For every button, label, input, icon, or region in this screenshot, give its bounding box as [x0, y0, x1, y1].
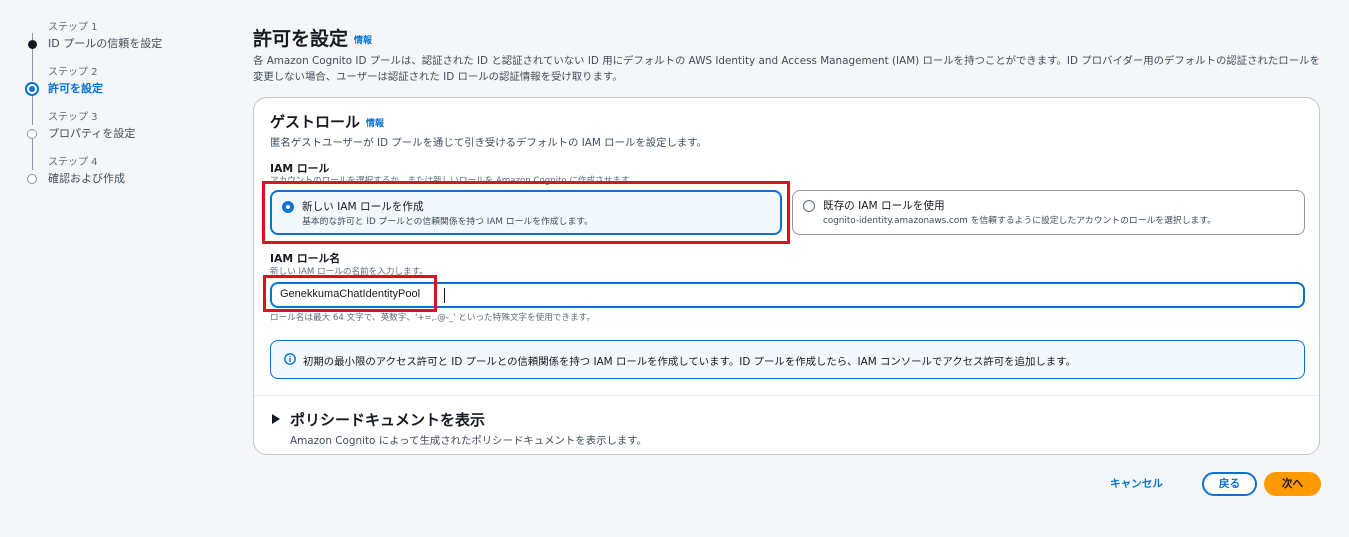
- section-description: 匿名ゲストユーザーが ID プールを通じて引き受けるデフォルトの IAM ロール…: [270, 137, 708, 149]
- info-link[interactable]: 情報: [366, 119, 384, 129]
- step-title: プロパティを設定: [48, 127, 136, 140]
- option-use-existing-role[interactable]: 既存の IAM ロールを使用 cognito-identity.amazonaw…: [792, 190, 1305, 235]
- step-title: 確認および作成: [48, 172, 125, 185]
- expander-description: Amazon Cognito によって生成されたポリシードキュメントを表示します…: [290, 435, 647, 447]
- page-description: 各 Amazon Cognito ID プールは、認証された ID と認証されて…: [253, 55, 1320, 83]
- info-icon: [284, 353, 296, 365]
- next-button[interactable]: 次へ: [1264, 472, 1321, 496]
- step-1[interactable]: ステップ 1 ID プールの信頼を設定: [0, 18, 240, 54]
- divider: [254, 395, 1319, 396]
- step-caption: ステップ 1: [48, 22, 98, 33]
- step-caption: ステップ 4: [48, 157, 98, 168]
- wizard-steps: ステップ 1 ID プールの信頼を設定 ステップ 2 許可を設定 ステップ 3 …: [0, 0, 240, 537]
- step-completed-icon: [28, 40, 37, 49]
- expander-title[interactable]: ポリシードキュメントを表示: [290, 409, 485, 430]
- page-title-text: 許可を設定: [253, 28, 349, 50]
- highlight-box: [263, 275, 437, 312]
- info-link[interactable]: 情報: [354, 36, 372, 46]
- section-title: ゲストロール 情報: [270, 111, 384, 132]
- cancel-button[interactable]: キャンセル: [1110, 476, 1163, 491]
- step-pending-icon: [27, 129, 37, 139]
- step-pending-icon: [27, 174, 37, 184]
- text-caret: [444, 288, 445, 303]
- page-title: 許可を設定 情報: [253, 24, 372, 51]
- role-name-constraint: ロール名は最大 64 文字で、英数字、'+=,.@-_' といった特殊文字を使用…: [270, 313, 595, 323]
- option-description: cognito-identity.amazonaws.com を信頼するように設…: [823, 216, 1217, 226]
- back-button[interactable]: 戻る: [1202, 472, 1257, 496]
- info-alert: 初期の最小限のアクセス許可と ID プールとの信頼関係を持つ IAM ロールを作…: [270, 340, 1305, 379]
- alert-text: 初期の最小限のアクセス許可と ID プールとの信頼関係を持つ IAM ロールを作…: [303, 356, 1076, 368]
- step-caption: ステップ 2: [48, 67, 98, 78]
- step-title[interactable]: ID プールの信頼を設定: [48, 35, 162, 51]
- step-title: 許可を設定: [48, 82, 103, 95]
- highlight-box: [262, 181, 790, 244]
- step-caption: ステップ 3: [48, 112, 98, 123]
- step-4: ステップ 4 確認および作成: [0, 153, 240, 189]
- caret-right-icon[interactable]: [272, 414, 280, 424]
- option-title: 既存の IAM ロールを使用: [823, 200, 945, 212]
- step-2: ステップ 2 許可を設定: [0, 63, 240, 99]
- step-3: ステップ 3 プロパティを設定: [0, 108, 240, 144]
- section-title-text: ゲストロール: [270, 113, 361, 131]
- role-name-label: IAM ロール名: [270, 252, 341, 265]
- step-current-icon: [25, 82, 39, 96]
- radio-unselected[interactable]: [803, 200, 815, 212]
